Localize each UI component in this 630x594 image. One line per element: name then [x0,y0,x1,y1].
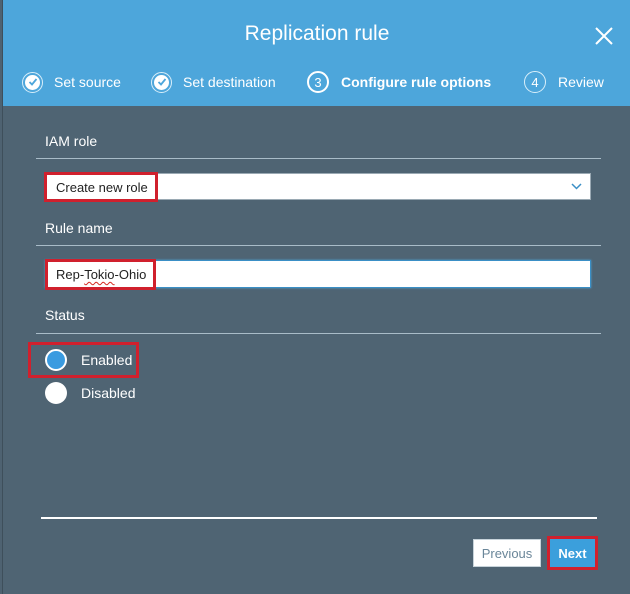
step-set-destination: Set destination [151,69,276,95]
footer-divider [41,517,597,519]
radio-checked-icon [45,349,67,371]
iam-role-label: IAM role [45,133,98,149]
radio-label: Disabled [81,385,136,401]
next-button[interactable]: Next [550,539,595,567]
step-review: 4 Review [524,69,604,95]
step-label: Review [558,74,604,90]
step-label: Set destination [183,74,276,90]
step-number-4-icon: 4 [524,71,546,93]
iam-role-value: Create new role [56,180,148,195]
check-circle-icon [151,71,172,93]
chevron-down-icon [571,183,582,190]
replication-rule-dialog: Replication rule Set source Set destinat… [2,0,630,594]
step-label: Configure rule options [341,74,492,90]
rule-name-input[interactable]: Rep-Tokio-Ohio [45,260,591,288]
close-icon [595,27,613,45]
iam-role-select[interactable]: Create new role [45,173,591,200]
previous-button[interactable]: Previous [473,539,541,567]
divider [36,245,601,246]
status-enabled-radio[interactable]: Enabled [45,348,132,372]
close-button[interactable] [594,26,614,46]
step-number-3-icon: 3 [307,71,329,93]
dialog-title: Replication rule [244,22,390,45]
status-label: Status [45,307,85,323]
divider [36,158,601,159]
status-disabled-radio[interactable]: Disabled [45,381,135,405]
dialog-header: Replication rule Set source Set destinat… [3,0,630,106]
radio-label: Enabled [81,352,133,368]
step-configure-rule-options: 3 Configure rule options [307,69,491,95]
step-set-source: Set source [22,69,121,95]
radio-unchecked-icon [45,382,67,404]
rule-name-label: Rule name [45,220,113,236]
divider [36,333,601,334]
rule-name-value: Rep-Tokio-Ohio [56,267,147,282]
check-circle-icon [22,71,43,93]
step-label: Set source [54,74,121,90]
